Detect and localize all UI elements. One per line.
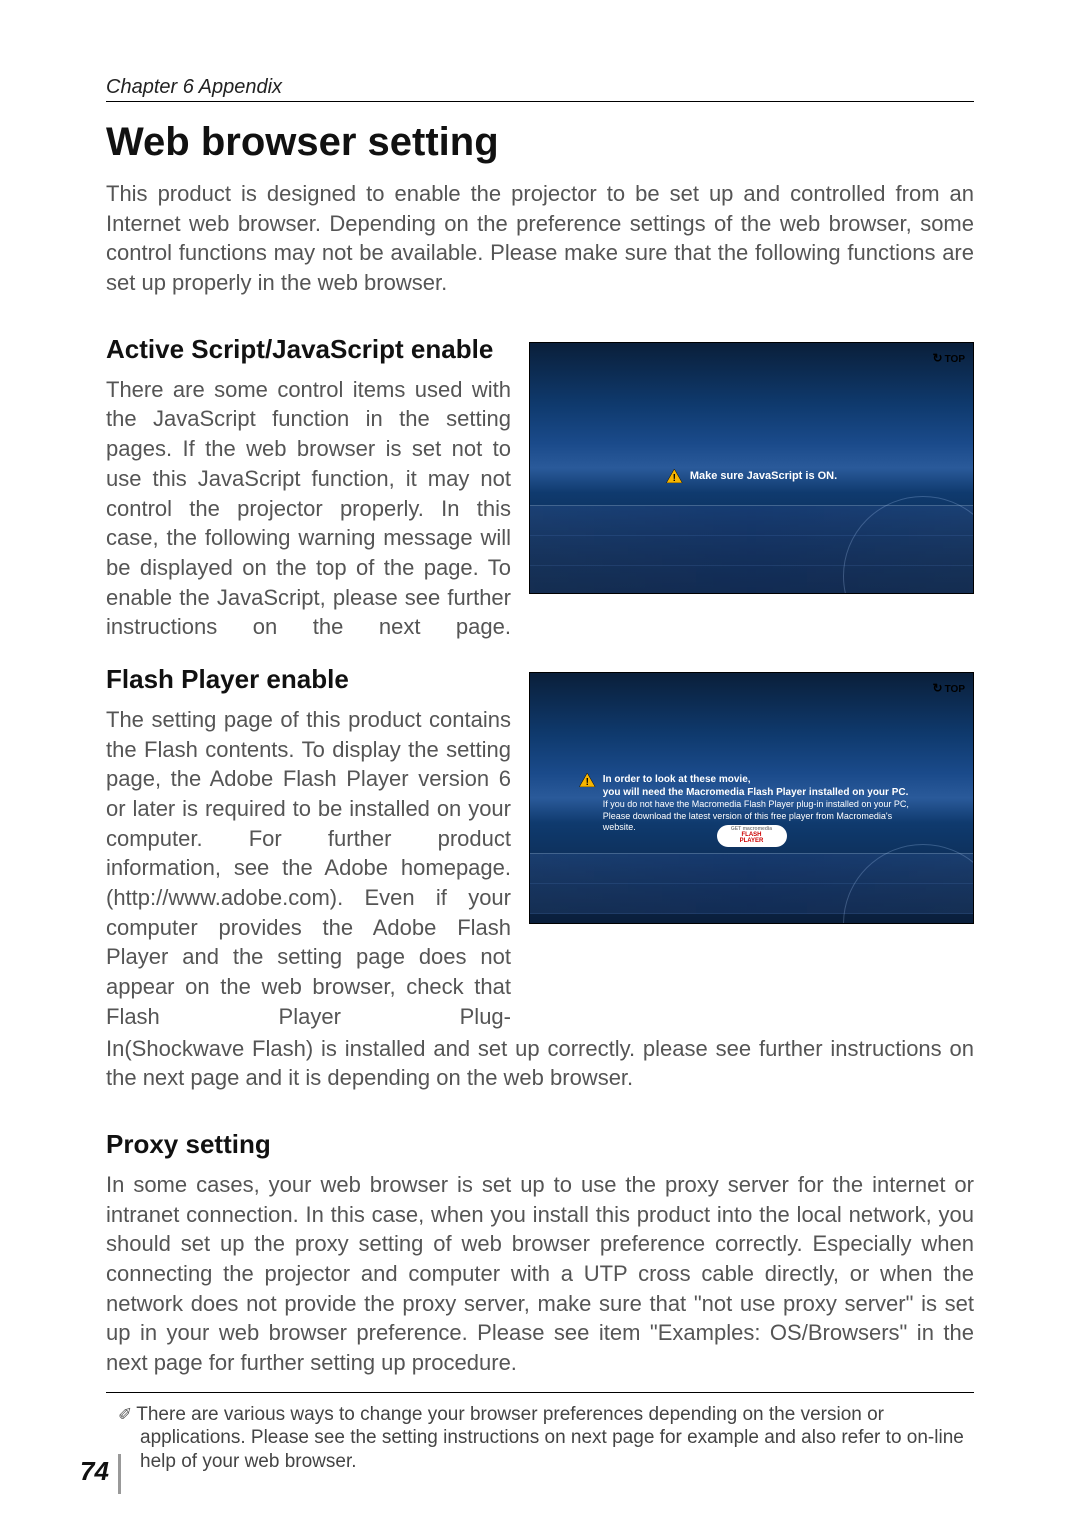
proxy-body: In some cases, your web browser is set u… bbox=[106, 1170, 974, 1378]
chapter-header: Chapter 6 Appendix bbox=[106, 76, 974, 102]
footnote-divider bbox=[106, 1392, 974, 1393]
note-icon: ✐ bbox=[118, 1405, 132, 1424]
top-refresh-button: TOP bbox=[933, 681, 965, 695]
flash-body-continuation: In(Shockwave Flash) is installed and set… bbox=[106, 1034, 974, 1093]
svg-text:!: ! bbox=[585, 777, 588, 787]
activescript-body: There are some control items used with t… bbox=[106, 375, 511, 642]
page-number: 74 bbox=[80, 1456, 109, 1487]
flash-body-col: The setting page of this product contain… bbox=[106, 705, 511, 1032]
footnote: ✐There are various ways to change your b… bbox=[106, 1403, 974, 1474]
screenshot-flash-warning: TOP ! In order to look at these movie, y… bbox=[529, 672, 974, 924]
warning-icon: ! bbox=[666, 469, 682, 483]
warning-icon: ! bbox=[579, 773, 595, 787]
page-title: Web browser setting bbox=[106, 120, 974, 165]
section-title-proxy: Proxy setting bbox=[106, 1129, 974, 1160]
get-flash-button: GET macromedia FLASH PLAYER bbox=[717, 825, 787, 847]
javascript-warning-text: Make sure JavaScript is ON. bbox=[690, 470, 837, 482]
top-refresh-button: TOP bbox=[933, 351, 965, 365]
intro-paragraph: This product is designed to enable the p… bbox=[106, 179, 974, 298]
screenshot-javascript-warning: TOP ! Make sure JavaScript is ON. bbox=[529, 342, 974, 594]
section-title-activescript: Active Script/JavaScript enable bbox=[106, 334, 511, 365]
svg-text:!: ! bbox=[672, 473, 675, 483]
section-title-flash: Flash Player enable bbox=[106, 664, 511, 695]
